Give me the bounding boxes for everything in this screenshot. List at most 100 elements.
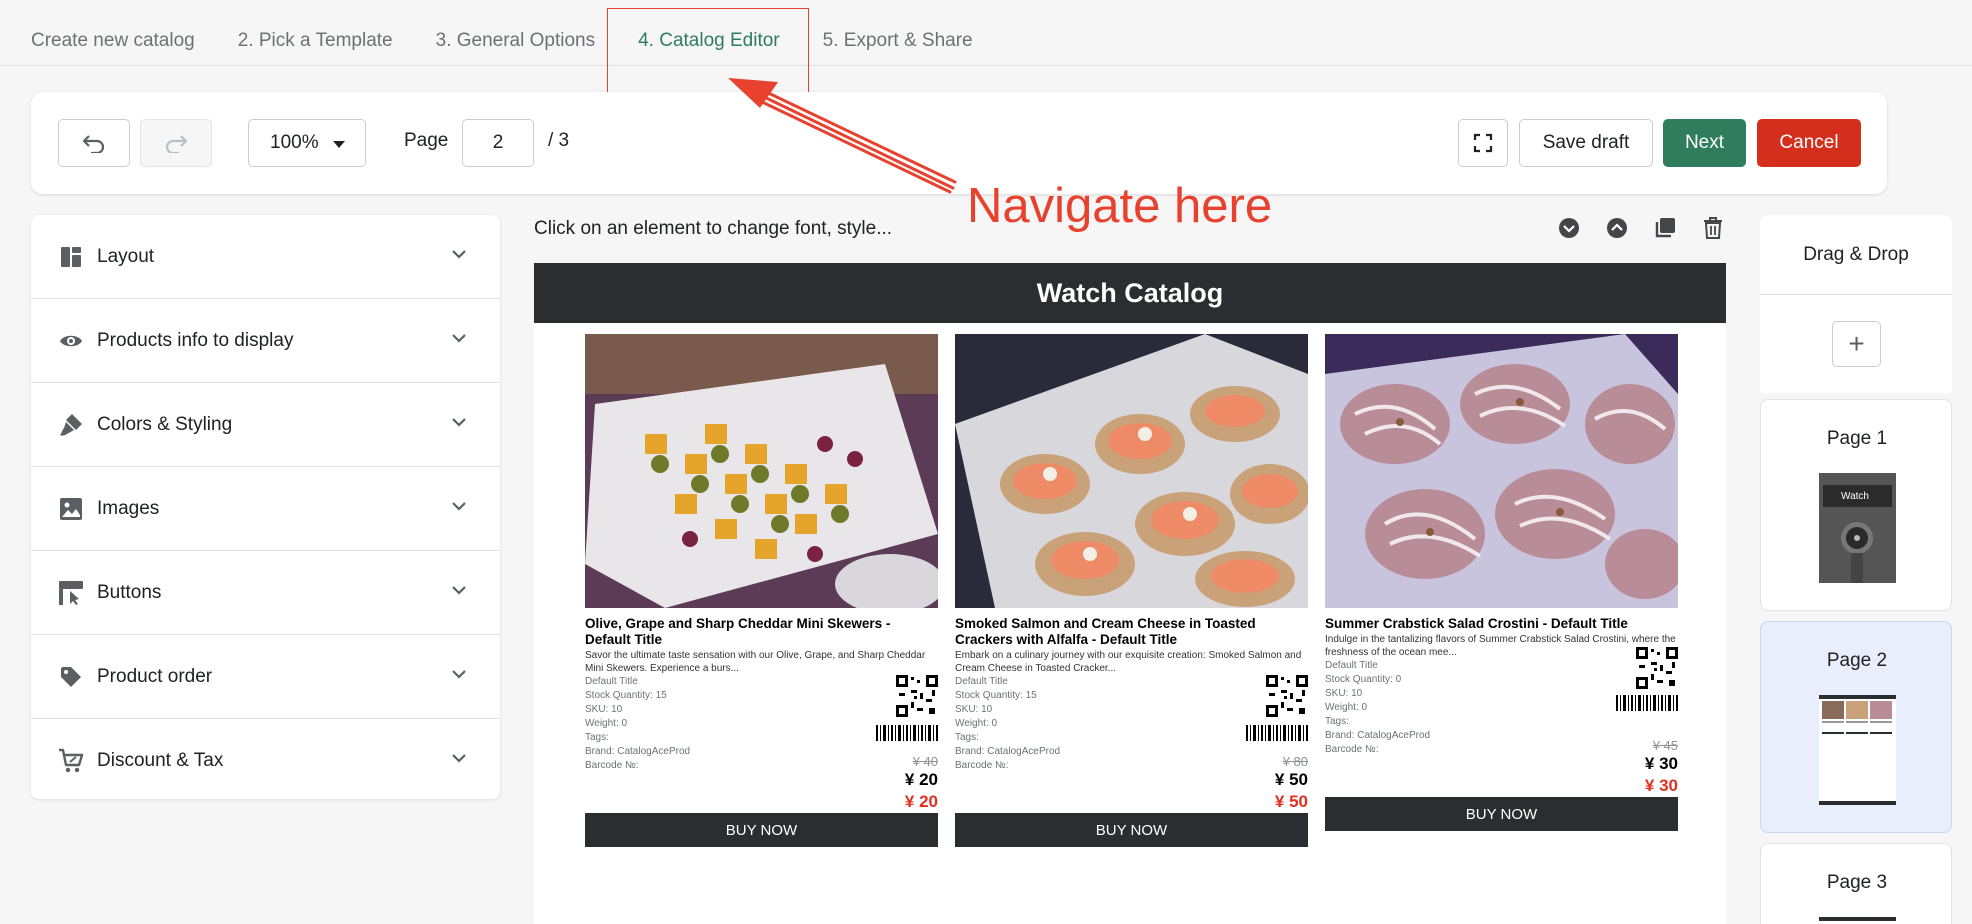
button-icon [58,580,84,606]
fullscreen-button[interactable] [1458,119,1508,167]
barcode-icon [876,725,938,741]
chevron-down-icon [452,586,466,595]
product-card[interactable]: Smoked Salmon and Cream Cheese in Toaste… [955,334,1308,875]
annotation-text: Navigate here [967,179,1273,233]
product-variant: Default Title [1325,660,1378,671]
qr-code-icon [1266,675,1308,717]
product-price-discount: ¥ 50 [1274,792,1308,811]
page-thumbnail-2[interactable]: Page 2 [1760,621,1952,833]
product-price: ¥ 30 [1644,754,1678,773]
page-thumbnail-3[interactable]: Page 3 [1760,843,1952,924]
product-price: ¥ 20 [904,770,938,789]
trash-icon [1704,217,1722,239]
product-description[interactable]: Embark on a culinary journey with our ex… [955,650,1308,675]
page-preview [1819,917,1896,921]
product-price-discount: ¥ 30 [1644,776,1678,795]
accordion-layout[interactable]: Layout [31,215,500,299]
product-title[interactable]: Olive, Grape and Sharp Cheddar Mini Skew… [585,616,938,648]
fullscreen-icon [1473,133,1493,153]
product-title[interactable]: Summer Crabstick Salad Crostini - Defaul… [1325,616,1678,632]
accordion-images[interactable]: Images [31,467,500,551]
move-up-button[interactable] [1605,216,1629,240]
product-brand: Brand: CatalogAceProd [1325,730,1431,741]
add-page-button[interactable]: + [1832,321,1881,367]
chevron-down-icon [452,670,466,679]
barcode-icon [1246,725,1308,741]
accordion-discount-tax[interactable]: Discount & Tax [31,719,500,799]
qr-code-icon [896,675,938,717]
product-variant: Default Title [585,676,638,687]
accordion-label: Images [97,497,160,519]
next-button[interactable]: Next [1663,119,1746,167]
product-image[interactable] [585,334,938,608]
product-sku: SKU: 10 [955,704,993,715]
product-price-old: ¥ 80 [1282,754,1308,769]
product-barcode-label: Barcode №: [1325,744,1379,755]
move-up-icon [1607,218,1627,238]
cart-discount-icon [58,748,84,774]
product-barcode-label: Barcode №: [955,760,1009,771]
tab-general-options[interactable]: 3. General Options [436,30,595,52]
cancel-button[interactable]: Cancel [1757,119,1861,167]
zoom-value: 100% [270,132,319,153]
undo-button[interactable] [58,119,130,167]
caret-down-icon [333,141,345,148]
page-number-input[interactable] [462,119,534,167]
page-preview [1819,695,1896,805]
product-title[interactable]: Smoked Salmon and Cream Cheese in Toaste… [955,616,1308,648]
product-card[interactable]: Olive, Grape and Sharp Cheddar Mini Skew… [585,334,938,875]
delete-button[interactable] [1701,216,1725,240]
accordion-label: Product order [97,665,213,687]
page-label: Page [404,130,449,151]
product-tags: Tags: [1325,716,1349,727]
page-total: / 3 [548,130,570,151]
product-variant: Default Title [955,676,1008,687]
tab-create-new-catalog[interactable]: Create new catalog [31,30,195,52]
chevron-down-icon [452,250,466,259]
accordion-buttons[interactable]: Buttons [31,551,500,635]
move-down-icon [1559,218,1579,238]
product-description[interactable]: Indulge in the tantalizing flavors of Su… [1325,634,1678,659]
step-tabs: Create new catalog 2. Pick a Template 3.… [0,16,1972,66]
buy-now-button[interactable]: BUY NOW [1325,797,1678,831]
layout-icon [58,244,84,270]
pages-panel: Drag & Drop + Page 1 Watch Page 2 Page 3 [1760,215,1952,924]
buy-now-button[interactable]: BUY NOW [585,813,938,847]
settings-sidebar: Layout Products info to display Colors &… [31,215,500,799]
redo-icon [165,135,188,153]
product-description[interactable]: Savor the ultimate taste sensation with … [585,650,938,675]
chevron-down-icon [452,754,466,763]
editor-hint: Click on an element to change font, styl… [534,218,893,239]
accordion-product-order[interactable]: Product order [31,635,500,719]
catalog-canvas[interactable]: Watch Catalog Olive, Grape and Sharp Che… [534,263,1726,924]
plus-icon: + [1848,328,1865,359]
accordion-colors-styling[interactable]: Colors & Styling [31,383,500,467]
tab-catalog-editor[interactable]: 4. Catalog Editor [638,30,780,52]
drag-drop-label: Drag & Drop [1760,215,1952,295]
accordion-label: Colors & Styling [97,413,233,435]
accordion-label: Products info to display [97,329,294,351]
move-down-button[interactable] [1557,216,1581,240]
page-thumbnail-1[interactable]: Page 1 Watch [1760,399,1952,611]
redo-button[interactable] [140,119,212,167]
eye-icon [58,328,84,354]
zoom-select[interactable]: 100% [248,119,366,167]
product-card[interactable]: Summer Crabstick Salad Crostini - Defaul… [1325,334,1678,859]
product-brand: Brand: CatalogAceProd [585,746,691,757]
duplicate-icon [1655,218,1675,238]
page-label: Page 3 [1826,872,1888,893]
product-image[interactable] [1325,334,1678,608]
tab-pick-template[interactable]: 2. Pick a Template [238,30,393,52]
barcode-icon [1616,695,1678,711]
save-draft-button[interactable]: Save draft [1519,119,1653,167]
buy-now-button[interactable]: BUY NOW [955,813,1308,847]
catalog-title[interactable]: Watch Catalog [534,263,1726,323]
accordion-label: Layout [97,245,155,267]
product-stock: Stock Quantity: 0 [1325,674,1402,685]
tab-export-share[interactable]: 5. Export & Share [823,30,973,52]
product-image[interactable] [955,334,1308,608]
qr-code-icon [1636,647,1678,689]
paint-brush-icon [58,412,84,438]
accordion-products-info[interactable]: Products info to display [31,299,500,383]
duplicate-button[interactable] [1653,216,1677,240]
